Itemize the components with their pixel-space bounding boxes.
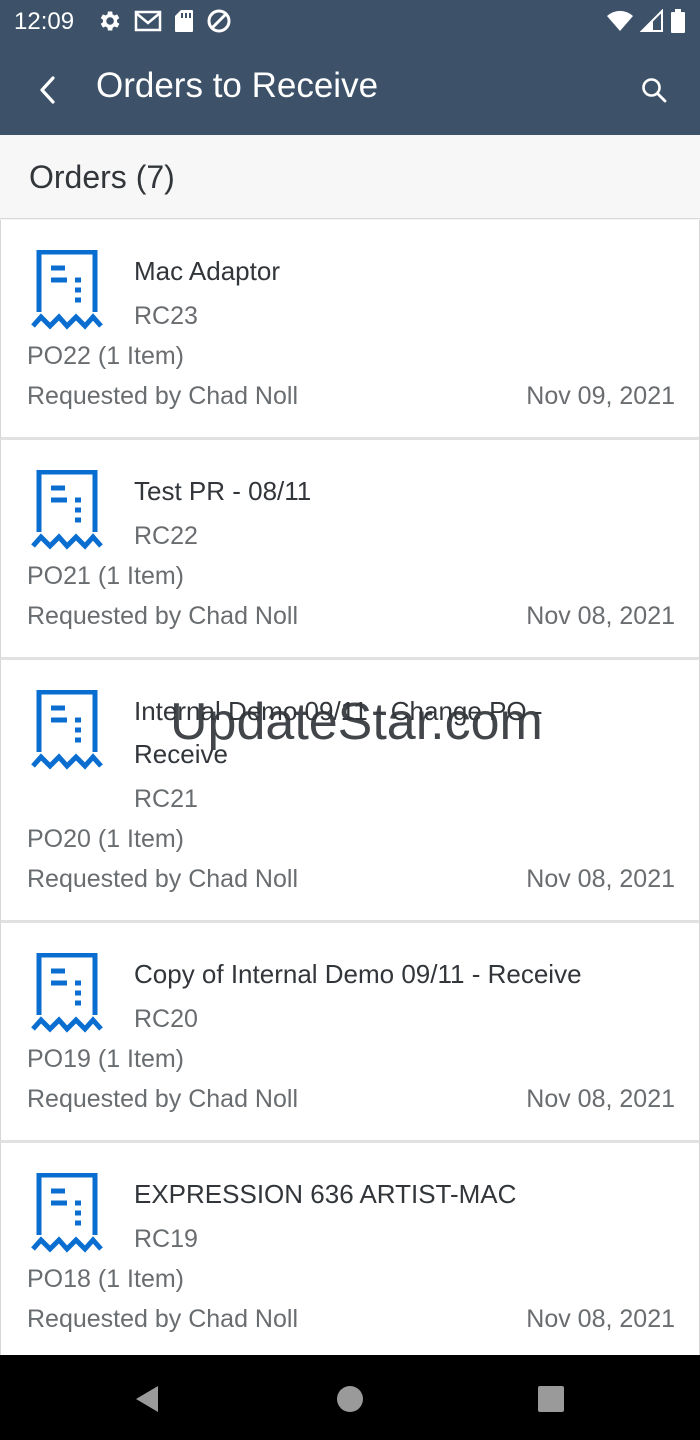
battery-icon bbox=[671, 9, 685, 33]
signal-icon bbox=[640, 9, 663, 32]
back-button[interactable] bbox=[26, 68, 70, 112]
orders-count-title: Orders (7) bbox=[29, 159, 175, 195]
order-card[interactable]: Copy of Internal Demo 09/11 - Receive RC… bbox=[0, 923, 700, 1143]
order-card[interactable]: Internal Demo 09/11 - Change PO - Receiv… bbox=[0, 660, 700, 923]
order-code: RC22 bbox=[134, 522, 198, 550]
order-date: Nov 08, 2021 bbox=[526, 1305, 675, 1333]
order-requested-by: Requested by Chad Noll bbox=[27, 1305, 298, 1333]
do-not-disturb-icon bbox=[207, 9, 231, 33]
order-requested-by: Requested by Chad Noll bbox=[27, 602, 298, 630]
order-title: Test PR - 08/11 bbox=[134, 476, 312, 506]
order-code: RC20 bbox=[134, 1005, 198, 1033]
order-po: PO22 (1 Item) bbox=[27, 342, 184, 370]
order-code: RC19 bbox=[134, 1225, 198, 1253]
order-date: Nov 09, 2021 bbox=[526, 382, 675, 410]
nav-home-button[interactable] bbox=[328, 1377, 372, 1421]
recents-square-icon bbox=[538, 1386, 564, 1412]
status-notification-icons bbox=[96, 8, 232, 34]
receipt-icon bbox=[31, 250, 103, 330]
order-po: PO20 (1 Item) bbox=[27, 825, 184, 853]
order-title: Mac Adaptor bbox=[134, 256, 280, 286]
order-requested-by: Requested by Chad Noll bbox=[27, 382, 298, 410]
order-po: PO21 (1 Item) bbox=[27, 562, 184, 590]
order-card[interactable]: Test PR - 08/11 RC22 PO21 (1 Item) Reque… bbox=[0, 440, 700, 660]
nav-recents-button[interactable] bbox=[529, 1377, 573, 1421]
order-date: Nov 08, 2021 bbox=[526, 602, 675, 630]
receipt-icon bbox=[31, 1173, 103, 1253]
order-title: Internal Demo 09/11 - Change PO - Receiv… bbox=[134, 696, 543, 769]
home-circle-icon bbox=[337, 1386, 363, 1412]
order-po: PO18 (1 Item) bbox=[27, 1265, 184, 1293]
chevron-left-icon bbox=[40, 76, 55, 104]
gear-icon bbox=[100, 11, 120, 31]
status-system-icons bbox=[606, 8, 686, 34]
order-card[interactable]: Mac Adaptor RC23 PO22 (1 Item) Requested… bbox=[0, 220, 700, 440]
search-icon bbox=[642, 78, 667, 103]
orders-section-header: Orders (7) bbox=[0, 135, 700, 219]
receipt-icon bbox=[31, 690, 103, 770]
receipt-icon bbox=[31, 953, 103, 1033]
order-code: RC23 bbox=[134, 302, 198, 330]
system-nav-bar bbox=[0, 1355, 700, 1440]
order-requested-by: Requested by Chad Noll bbox=[27, 865, 298, 893]
order-list: Mac Adaptor RC23 PO22 (1 Item) Requested… bbox=[0, 220, 700, 1363]
status-bar: 12:09 bbox=[0, 0, 700, 44]
order-title: EXPRESSION 636 ARTIST-MAC bbox=[134, 1179, 517, 1209]
order-code: RC21 bbox=[134, 785, 198, 813]
back-triangle-icon bbox=[136, 1386, 158, 1412]
app-bar: Orders to Receive bbox=[0, 44, 700, 135]
order-date: Nov 08, 2021 bbox=[526, 865, 675, 893]
order-requested-by: Requested by Chad Noll bbox=[27, 1085, 298, 1113]
nav-back-button[interactable] bbox=[125, 1377, 169, 1421]
order-title: Copy of Internal Demo 09/11 - Receive bbox=[134, 959, 582, 989]
search-button[interactable] bbox=[632, 68, 676, 112]
wifi-icon bbox=[607, 10, 633, 31]
receipt-icon bbox=[31, 470, 103, 550]
order-date: Nov 08, 2021 bbox=[526, 1085, 675, 1113]
status-time: 12:09 bbox=[14, 8, 75, 35]
page-title: Orders to Receive bbox=[96, 66, 379, 105]
gmail-icon bbox=[134, 10, 162, 32]
sd-card-icon bbox=[175, 10, 193, 32]
order-po: PO19 (1 Item) bbox=[27, 1045, 184, 1073]
order-card[interactable]: EXPRESSION 636 ARTIST-MAC RC19 PO18 (1 I… bbox=[0, 1143, 700, 1363]
